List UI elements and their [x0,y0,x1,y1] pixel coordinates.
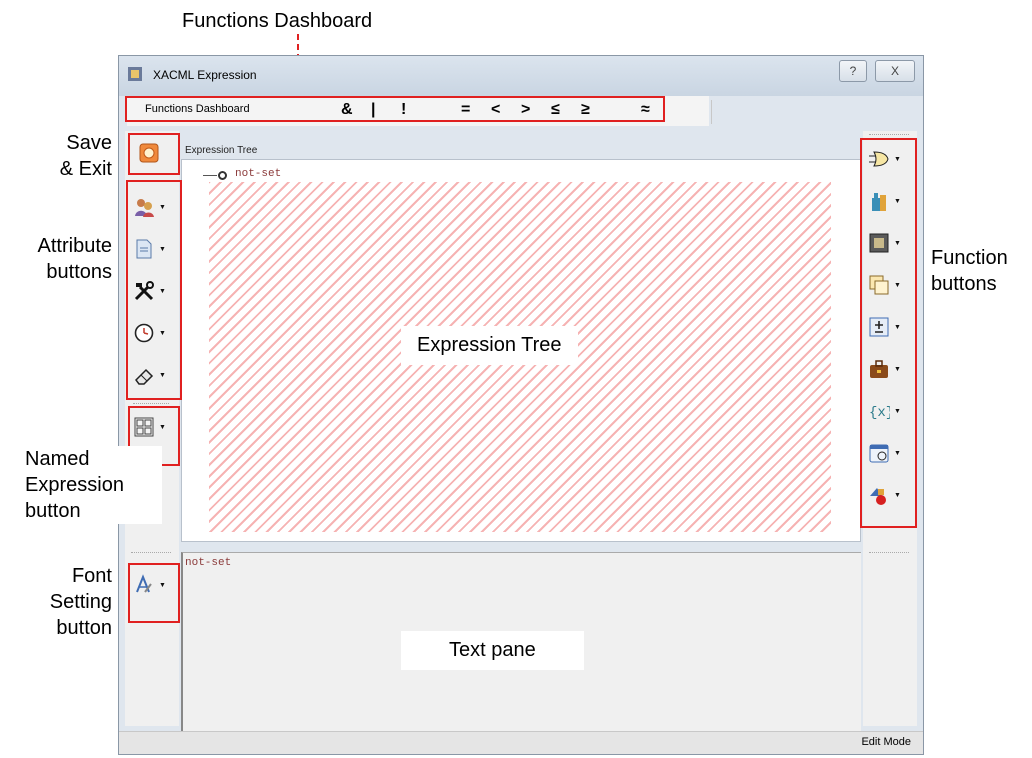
highlight-save-exit [128,133,180,175]
help-button[interactable]: ? [839,60,867,82]
expression-tree-header: Expression Tree [185,145,258,156]
close-button[interactable]: X [875,60,915,82]
title-bar: XACML Expression ? X [119,56,923,96]
callout-named-expression: Named Expression button [10,446,162,524]
expression-tree-overlay-label: Expression Tree [401,326,578,365]
status-bar: Edit Mode [119,731,923,754]
right-toolbar-separator [869,552,909,554]
highlight-function-buttons [860,138,917,528]
left-toolbar-top-separator [133,403,169,405]
callout-function-buttons: Function buttons [931,247,1008,295]
callout-functions-dashboard: Functions Dashboard [182,10,373,32]
left-toolbar-separator [131,552,171,554]
tree-node-not-set[interactable]: not-set [235,168,281,180]
xacml-expression-window: XACML Expression ? X Functions Dashboard… [118,55,924,755]
callout-save-exit: Save & Exit [59,132,112,180]
tree-node-icon [218,171,227,180]
window-title: XACML Expression [153,68,257,82]
callout-font-setting: Font Setting button [49,565,112,639]
highlight-functions-dashboard [125,96,665,122]
tree-connector [203,175,217,176]
app-icon [128,67,142,81]
text-pane-overlay-label: Text pane [401,631,584,670]
status-mode: Edit Mode [861,736,911,748]
highlight-attribute-buttons [126,180,182,400]
text-pane-content[interactable]: not-set [185,557,231,569]
callout-attribute-buttons: Attribute buttons [37,235,112,283]
dashboard-divider [711,100,712,124]
right-toolbar-top-separator [869,134,909,136]
highlight-font-setting [128,563,180,623]
